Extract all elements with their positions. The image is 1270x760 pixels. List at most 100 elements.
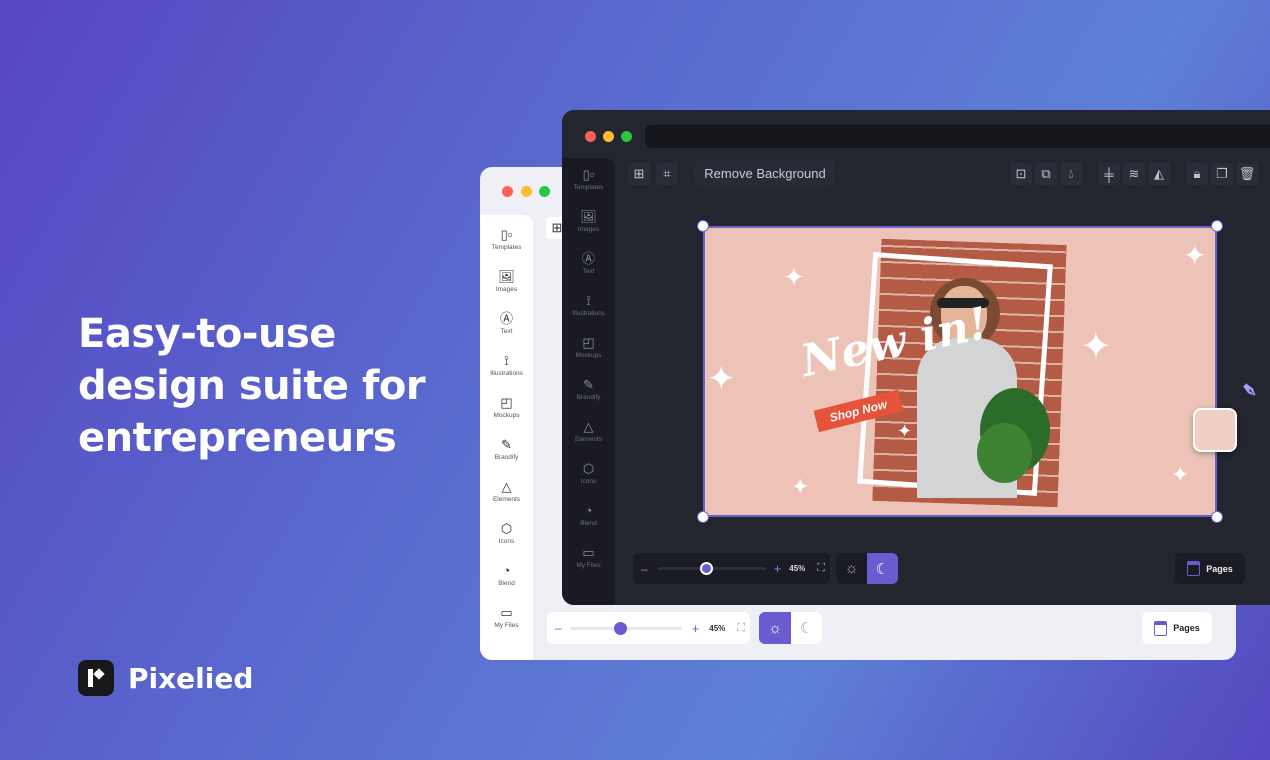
color-swatch[interactable]	[1193, 408, 1237, 452]
cube-icon: ⬡	[582, 461, 595, 476]
sidebar-item-illustrations[interactable]: ⟟ Illustrations	[572, 284, 605, 326]
sidebar-item-brandify[interactable]: ✎ Brandify	[495, 428, 519, 470]
light-zoom-panel: – + 45% ⛶	[547, 612, 750, 644]
sidebar-item-label: Elements	[574, 436, 603, 443]
sidebar-item-blend[interactable]: ◔ Blend	[498, 554, 515, 596]
light-pages-button[interactable]: Pages	[1142, 612, 1212, 644]
dark-pages-button[interactable]: Pages	[1175, 553, 1245, 584]
delete-icon[interactable]: 🗑︎	[1236, 163, 1258, 185]
sidebar-item-label: Icons	[498, 538, 515, 545]
add-image-icon[interactable]: ⊞	[628, 163, 650, 185]
sidebar-item-icons[interactable]: ⬡ Icons	[581, 452, 597, 494]
brand-name: Pixelied	[128, 662, 254, 695]
maximize-dot[interactable]	[539, 186, 550, 197]
sidebar-item-elements[interactable]: △ Elements	[575, 410, 602, 452]
duplicate-icon[interactable]: ❐	[1211, 163, 1233, 185]
zoom-value: 45%	[709, 623, 726, 633]
mockups-icon: ◰	[582, 335, 595, 350]
sidebar-item-label: My Files	[494, 622, 519, 629]
sidebar-item-label: Illustrations	[572, 310, 605, 317]
fullscreen-icon[interactable]: ⛶	[817, 562, 825, 575]
fullscreen-icon[interactable]: ⛶	[737, 622, 745, 635]
flip-icon[interactable]: ◭	[1148, 163, 1170, 185]
sidebar-item-label: Elements	[492, 496, 521, 503]
sun-icon[interactable]: ☼	[759, 612, 791, 644]
text-icon: Ⓐ	[499, 311, 513, 326]
sidebar-item-images[interactable]: 🖼 Images	[496, 260, 517, 302]
templates-icon: ▯▫	[500, 227, 513, 242]
light-theme-toggle: ☼ ☾	[759, 612, 822, 644]
zoom-slider-knob[interactable]	[700, 562, 714, 575]
sidebar-item-templates[interactable]: ▯▫ Templates	[492, 218, 522, 260]
sidebar-item-label: Illustrations	[490, 370, 523, 377]
pages-label: Pages	[1206, 563, 1233, 574]
zoom-out-button[interactable]: –	[641, 562, 648, 576]
sidebar-item-images[interactable]: 🖼 Images	[578, 200, 599, 242]
remove-background-button[interactable]: Remove Background	[695, 160, 835, 187]
headline: Easy-to-use design suite for entrepreneu…	[78, 308, 426, 464]
zoom-slider-knob[interactable]	[614, 621, 628, 635]
resize-handle-bottom-right[interactable]	[1211, 511, 1223, 523]
design-canvas[interactable]: New in! Shop Now ✦ ✦ ✦ ✦ ✦ ✦ ✦	[703, 226, 1217, 517]
sidebar-item-elements[interactable]: △ Elements	[493, 470, 520, 512]
sidebar-item-brandify[interactable]: ✎ Brandify	[577, 368, 601, 410]
monstera-leaf	[977, 423, 1032, 483]
sidebar-item-mockups[interactable]: ◰ Mockups	[575, 326, 601, 368]
moon-icon[interactable]: ☾	[867, 553, 898, 584]
pages-icon	[1154, 620, 1168, 636]
resize-handle-top-left[interactable]	[697, 220, 709, 232]
sidebar-item-blend[interactable]: ◔ Blend	[580, 494, 597, 536]
illustrations-icon: ⟟	[586, 293, 591, 308]
pages-icon	[1187, 561, 1201, 576]
wand-icon: ✎	[583, 377, 594, 392]
crop-icon[interactable]: ⌗	[656, 163, 678, 185]
sparkle-icon: ✦	[1171, 462, 1190, 487]
close-dot[interactable]	[585, 131, 596, 142]
illustrations-icon: ⟟	[504, 353, 509, 368]
grid-icon[interactable]: ⊡	[1010, 163, 1032, 185]
sidebar-item-my-files[interactable]: ▭ My Files	[494, 596, 518, 638]
sidebar-item-text[interactable]: Ⓐ Text	[500, 302, 513, 344]
wand-icon: ✎	[501, 437, 512, 452]
arrange-icon[interactable]: ⧉	[1035, 163, 1057, 185]
sidebar-item-illustrations[interactable]: ⟟ Illustrations	[490, 344, 523, 386]
image-icon: 🖼	[498, 269, 515, 284]
sidebar-item-label: Brandify	[494, 454, 519, 461]
sun-icon[interactable]: ☼	[836, 553, 867, 584]
headline-line: Easy-to-use	[78, 311, 336, 357]
opacity-icon[interactable]: 💧︎	[1060, 163, 1082, 185]
zoom-out-button[interactable]: –	[555, 621, 562, 635]
zoom-in-button[interactable]: +	[774, 561, 782, 576]
minimize-dot[interactable]	[521, 186, 532, 197]
sidebar-item-label: Brandify	[576, 394, 601, 401]
sidebar-item-label: Templates	[491, 244, 522, 251]
sidebar-item-text[interactable]: Ⓐ Text	[582, 242, 595, 284]
zoom-slider[interactable]	[657, 562, 766, 575]
maximize-dot[interactable]	[621, 131, 632, 142]
address-bar[interactable]	[645, 125, 1270, 148]
sidebar-item-label: Blend	[498, 580, 515, 587]
palette-icon: ◔	[502, 563, 511, 578]
headline-line: entrepreneurs	[78, 415, 397, 461]
sidebar-item-label: Text	[582, 268, 595, 275]
minimize-dot[interactable]	[603, 131, 614, 142]
layers-icon[interactable]: ≋	[1123, 163, 1145, 185]
sidebar-item-label: My Files	[576, 562, 601, 569]
sidebar-item-templates[interactable]: ▯▫ Templates	[574, 158, 604, 200]
resize-handle-top-right[interactable]	[1211, 220, 1223, 232]
moon-icon[interactable]: ☾	[791, 612, 822, 644]
lock-icon[interactable]: 🔒︎	[1186, 163, 1208, 185]
sidebar-item-mockups[interactable]: ◰ Mockups	[493, 386, 519, 428]
shapes-icon: △	[583, 419, 594, 434]
zoom-in-button[interactable]: +	[692, 621, 700, 636]
templates-icon: ▯▫	[582, 167, 595, 182]
align-icon[interactable]: ╪	[1098, 163, 1120, 185]
zoom-slider[interactable]	[569, 621, 682, 635]
sidebar-item-icons[interactable]: ⬡ Icons	[499, 512, 515, 554]
sparkle-icon: ✦	[1183, 240, 1207, 271]
dark-theme-toggle: ☼ ☾	[836, 553, 898, 584]
resize-handle-bottom-left[interactable]	[697, 511, 709, 523]
sidebar-item-label: Mockups	[575, 352, 602, 359]
sidebar-item-my-files[interactable]: ▭ My Files	[576, 536, 600, 578]
close-dot[interactable]	[502, 186, 513, 197]
